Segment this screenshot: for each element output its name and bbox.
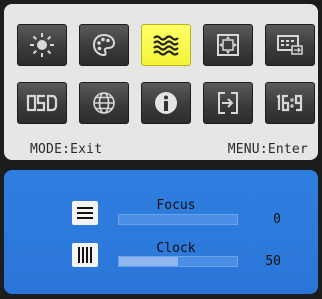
waves-icon <box>153 35 179 56</box>
color-tile[interactable] <box>79 24 129 66</box>
clock-slider-fill <box>119 257 178 266</box>
menu-enter-hint: MENU:Enter <box>227 142 308 157</box>
input-source-icon <box>277 35 303 55</box>
clock-row-icon <box>72 243 98 267</box>
horizontal-lines-icon <box>77 207 93 219</box>
image-position-icon <box>217 34 239 56</box>
osd-main-menu: MODE:Exit MENU:Enter <box>4 4 318 160</box>
information-tile[interactable] <box>141 82 191 124</box>
picture-submenu: Focus 0 Clock 50 <box>4 170 318 294</box>
aspect-ratio-icon <box>276 94 303 112</box>
clock-slider[interactable] <box>118 256 238 267</box>
reset-icon <box>218 92 238 114</box>
input-source-tile[interactable] <box>265 24 315 66</box>
language-tile[interactable] <box>79 82 129 124</box>
brightness-tile[interactable] <box>17 24 67 66</box>
focus-row-icon <box>72 201 98 225</box>
focus-slider[interactable] <box>118 214 238 225</box>
osd-icon <box>26 94 58 112</box>
focus-value: 0 <box>273 212 281 227</box>
aspect-ratio-tile[interactable] <box>265 82 315 124</box>
brightness-icon <box>30 33 54 57</box>
clock-value: 50 <box>265 254 281 269</box>
reset-tile[interactable] <box>203 82 253 124</box>
focus-label: Focus <box>156 198 196 213</box>
picture-tile[interactable] <box>141 24 191 66</box>
image-position-tile[interactable] <box>203 24 253 66</box>
language-globe-icon <box>93 92 115 114</box>
osd-tile[interactable] <box>17 82 67 124</box>
clock-label: Clock <box>156 241 196 256</box>
color-palette-icon <box>92 33 116 57</box>
information-icon <box>155 92 177 114</box>
mode-exit-hint: MODE:Exit <box>30 142 103 157</box>
vertical-lines-icon <box>78 247 92 263</box>
